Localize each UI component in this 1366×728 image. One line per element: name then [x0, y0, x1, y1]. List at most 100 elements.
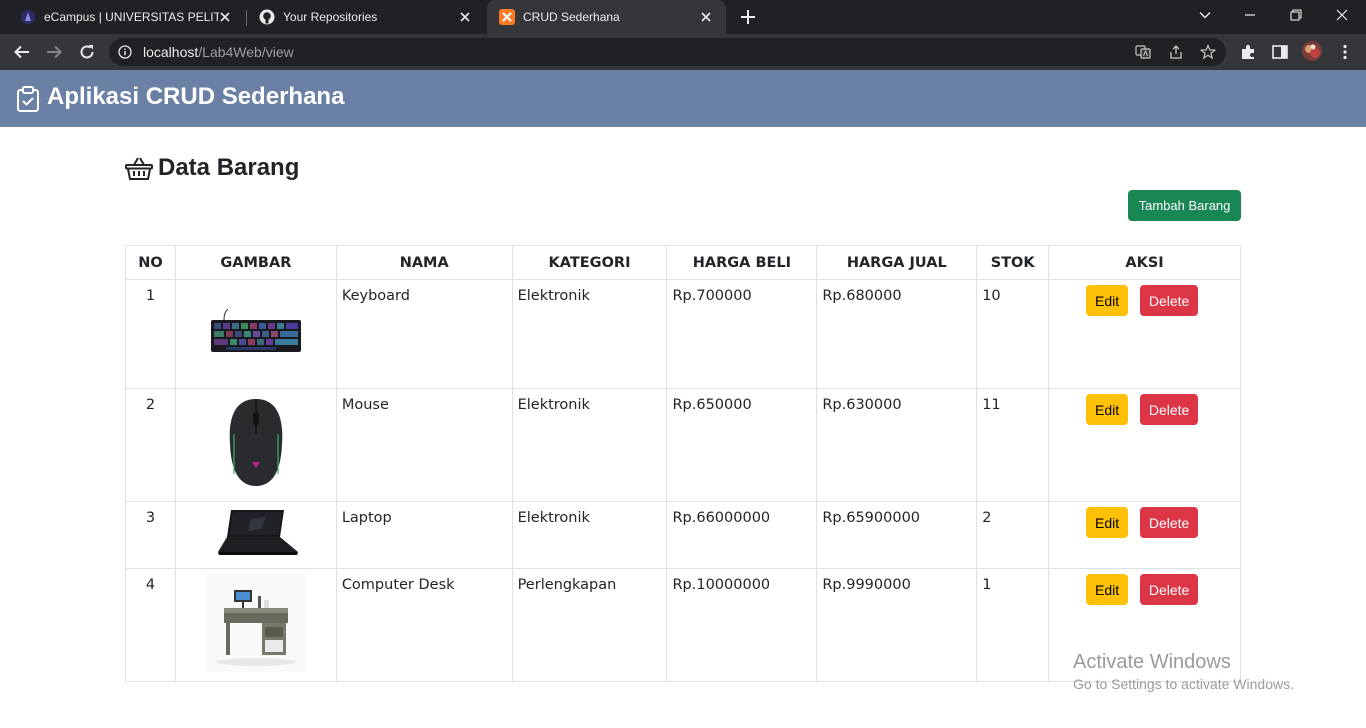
minimize-icon[interactable] — [1227, 0, 1273, 30]
basket-icon — [125, 155, 153, 181]
translate-icon[interactable] — [1135, 44, 1151, 60]
tab-search-chevron-icon[interactable] — [1182, 0, 1228, 30]
cell-image — [174, 279, 337, 389]
cell-stok: 1 — [976, 568, 1050, 682]
computer-desk-image — [205, 574, 306, 672]
mouse-image — [229, 399, 283, 486]
cell-nama: Laptop — [335, 501, 513, 569]
clipboard-check-icon — [16, 86, 40, 112]
cell-actions: Edit Delete — [1048, 279, 1241, 389]
cell-stok: 11 — [976, 388, 1050, 502]
cell-kategori: Perlengkapan — [511, 568, 668, 682]
extensions-puzzle-icon[interactable] — [1239, 43, 1257, 61]
profile-avatar-icon[interactable] — [1301, 40, 1323, 62]
cell-nama: Computer Desk — [335, 568, 513, 682]
column-header-kategori: KATEGORI — [511, 245, 668, 280]
table-row: 2 Mouse Elektronik Rp.650000 Rp.630000 1… — [125, 388, 1241, 502]
delete-button[interactable]: Delete — [1140, 574, 1199, 605]
cell-stok: 2 — [976, 501, 1050, 569]
cell-no: 4 — [125, 568, 176, 682]
url-text: localhost/Lab4Web/view — [143, 44, 294, 60]
edit-button[interactable]: Edit — [1086, 285, 1129, 316]
app-brand-title[interactable]: Aplikasi CRUD Sederhana — [47, 83, 344, 111]
action-buttons: Edit Delete — [1049, 507, 1235, 538]
delete-button[interactable]: Delete — [1140, 394, 1199, 425]
cell-image — [174, 388, 337, 502]
page-title: Data Barang — [158, 154, 300, 181]
delete-button[interactable]: Delete — [1140, 285, 1199, 316]
table-row: 3 Laptop Elektronik Rp.66000000 Rp.65900… — [125, 501, 1241, 569]
cell-harga-jual: Rp.680000 — [816, 279, 978, 389]
cell-image — [174, 501, 337, 569]
action-buttons: Edit Delete — [1049, 285, 1235, 316]
cell-actions: Edit Delete — [1048, 388, 1241, 502]
items-table: NO GAMBAR NAMA KATEGORI HARGA BELI HARGA… — [125, 245, 1241, 682]
browser-tab-repositories[interactable]: Your Repositories — [247, 0, 485, 34]
cell-no: 1 — [125, 279, 176, 389]
windows-activation-watermark: Activate Windows Go to Settings to activ… — [1073, 651, 1294, 692]
cell-nama: Keyboard — [335, 279, 513, 389]
add-item-button[interactable]: Tambah Barang — [1128, 190, 1241, 221]
watermark-line-1: Activate Windows — [1073, 651, 1231, 673]
column-header-no: NO — [125, 245, 176, 280]
cell-nama: Mouse — [335, 388, 513, 502]
browser-tab-strip: eCampus | UNIVERSITAS PELITA B Your Repo… — [0, 0, 1366, 34]
bookmark-star-icon[interactable] — [1199, 43, 1217, 60]
reload-icon[interactable] — [77, 42, 97, 62]
keyboard-image — [210, 308, 301, 352]
cell-kategori: Elektronik — [511, 501, 668, 569]
university-favicon-icon — [20, 9, 36, 25]
column-header-stok: STOK — [976, 245, 1050, 280]
tab-title: CRUD Sederhana — [523, 10, 620, 24]
tab-title: Your Repositories — [283, 10, 378, 24]
action-buttons: Edit Delete — [1049, 574, 1235, 605]
address-bar[interactable]: localhost/Lab4Web/view — [109, 38, 1226, 66]
column-header-nama: NAMA — [335, 245, 513, 280]
page-heading: Data Barang — [125, 152, 299, 184]
cell-harga-jual: Rp.65900000 — [816, 501, 978, 569]
cell-actions: Edit Delete — [1048, 501, 1241, 569]
table-row: 1 Keyboard Elektronik Rp.700000 Rp.68000… — [125, 279, 1241, 389]
share-icon[interactable] — [1168, 44, 1184, 60]
laptop-image — [217, 510, 298, 555]
back-arrow-icon[interactable] — [12, 42, 32, 62]
xampp-icon — [499, 9, 515, 25]
cell-no: 3 — [125, 501, 176, 569]
cell-no: 2 — [125, 388, 176, 502]
cell-image — [174, 568, 337, 682]
table-header-row: NO GAMBAR NAMA KATEGORI HARGA BELI HARGA… — [125, 245, 1241, 280]
cell-harga-beli: Rp.66000000 — [666, 501, 818, 569]
browser-toolbar: localhost/Lab4Web/view — [0, 34, 1366, 70]
browser-tab-crud[interactable]: CRUD Sederhana — [487, 0, 726, 34]
delete-button[interactable]: Delete — [1140, 507, 1199, 538]
cell-kategori: Elektronik — [511, 388, 668, 502]
column-header-aksi: AKSI — [1048, 245, 1241, 280]
column-header-gambar: GAMBAR — [174, 245, 337, 280]
edit-button[interactable]: Edit — [1086, 574, 1129, 605]
url-host: localhost — [143, 44, 199, 60]
cell-kategori: Elektronik — [511, 279, 668, 389]
edit-button[interactable]: Edit — [1086, 507, 1129, 538]
new-tab-plus-icon[interactable] — [738, 7, 758, 27]
close-tab-icon[interactable] — [217, 9, 233, 25]
close-tab-icon[interactable] — [457, 9, 473, 25]
side-panel-icon[interactable] — [1271, 43, 1289, 61]
cell-harga-beli: Rp.650000 — [666, 388, 818, 502]
app-navbar: Aplikasi CRUD Sederhana — [0, 70, 1366, 127]
cell-harga-beli: Rp.10000000 — [666, 568, 818, 682]
browser-tab-ecampus[interactable]: eCampus | UNIVERSITAS PELITA B — [8, 0, 245, 34]
cell-harga-beli: Rp.700000 — [666, 279, 818, 389]
cell-stok: 10 — [976, 279, 1050, 389]
restore-icon[interactable] — [1273, 0, 1319, 30]
url-path: /Lab4Web/view — [198, 44, 294, 60]
cell-harga-jual: Rp.9990000 — [816, 568, 978, 682]
edit-button[interactable]: Edit — [1086, 394, 1129, 425]
close-tab-icon[interactable] — [698, 9, 714, 25]
site-info-icon[interactable] — [118, 45, 132, 59]
github-icon — [259, 9, 275, 25]
browser-menu-dots-icon[interactable] — [1336, 43, 1354, 61]
close-window-icon[interactable] — [1319, 0, 1365, 30]
column-header-harga-jual: HARGA JUAL — [816, 245, 978, 280]
tab-title: eCampus | UNIVERSITAS PELITA B — [44, 10, 219, 24]
forward-arrow-icon[interactable] — [44, 42, 64, 62]
